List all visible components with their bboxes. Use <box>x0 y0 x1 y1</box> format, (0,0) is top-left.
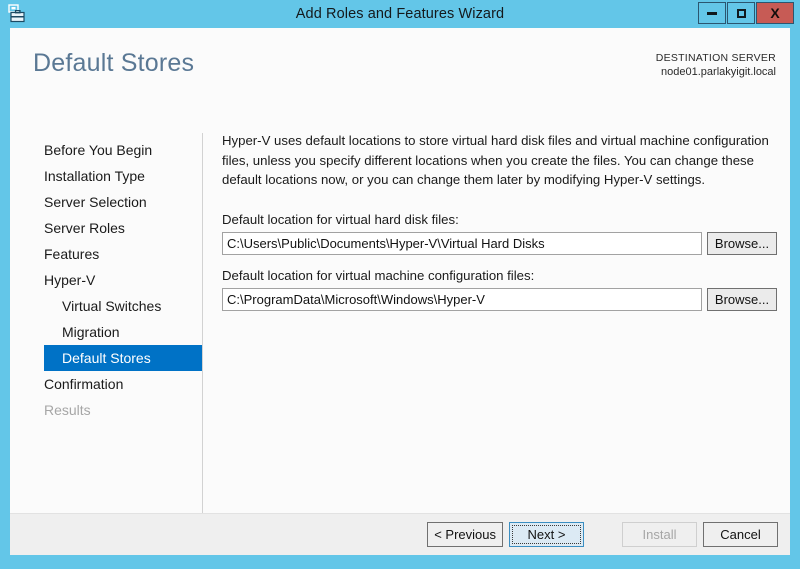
next-button[interactable]: Next > <box>509 522 584 547</box>
maximize-icon <box>736 8 746 18</box>
sidebar-item-migration[interactable]: Migration <box>10 319 202 345</box>
sidebar-item-features[interactable]: Features <box>10 241 202 267</box>
nav-content-divider <box>202 133 203 528</box>
window-controls: X <box>698 2 794 24</box>
vm-config-location-row: Browse... <box>222 288 777 311</box>
page-header: Default Stores DESTINATION SERVER node01… <box>10 28 790 98</box>
destination-server-name: node01.parlakyigit.local <box>661 66 776 78</box>
sidebar-item-hyper-v[interactable]: Hyper-V <box>10 267 202 293</box>
footer-buttons: < Previous Next > Install Cancel <box>427 522 778 547</box>
client-area: Default Stores DESTINATION SERVER node01… <box>10 28 790 555</box>
content-pane: Hyper-V uses default locations to store … <box>214 98 780 511</box>
minimize-button[interactable] <box>698 2 726 24</box>
sidebar-item-server-roles[interactable]: Server Roles <box>10 215 202 241</box>
wizard-nav: Before You Begin Installation Type Serve… <box>10 98 202 511</box>
sidebar-item-confirmation[interactable]: Confirmation <box>10 371 202 397</box>
vhd-location-row: Browse... <box>222 232 777 255</box>
vm-config-browse-button[interactable]: Browse... <box>707 288 777 311</box>
sidebar-item-installation-type[interactable]: Installation Type <box>10 163 202 189</box>
destination-server-block: DESTINATION SERVER node01.parlakyigit.lo… <box>656 51 776 79</box>
close-button[interactable]: X <box>756 2 794 24</box>
previous-button[interactable]: < Previous <box>427 522 503 547</box>
wizard-nav-list: Before You Begin Installation Type Serve… <box>10 137 202 423</box>
cancel-button[interactable]: Cancel <box>703 522 778 547</box>
sidebar-item-default-stores[interactable]: Default Stores <box>44 345 202 371</box>
install-button: Install <box>622 522 697 547</box>
wizard-window: Add Roles and Features Wizard X Default … <box>0 0 800 569</box>
destination-server-label: DESTINATION SERVER <box>655 52 776 64</box>
footer-bar: < Previous Next > Install Cancel <box>10 514 790 555</box>
sidebar-item-before-you-begin[interactable]: Before You Begin <box>10 137 202 163</box>
sidebar-item-results: Results <box>44 402 91 418</box>
title-bar[interactable]: Add Roles and Features Wizard X <box>0 0 800 28</box>
maximize-button[interactable] <box>727 2 755 24</box>
vm-config-location-label: Default location for virtual machine con… <box>222 268 535 283</box>
description-text: Hyper-V uses default locations to store … <box>222 133 769 187</box>
vhd-browse-button[interactable]: Browse... <box>707 232 777 255</box>
window-title: Add Roles and Features Wizard <box>295 6 505 22</box>
minimize-icon <box>707 11 717 15</box>
page-title: Default Stores <box>33 49 195 77</box>
sidebar-item-virtual-switches[interactable]: Virtual Switches <box>10 293 202 319</box>
vhd-location-label: Default location for virtual hard disk f… <box>222 212 459 227</box>
sidebar-item-server-selection[interactable]: Server Selection <box>10 189 202 215</box>
next-button-label: Next > <box>527 527 566 542</box>
vhd-location-input[interactable] <box>222 232 702 255</box>
vm-config-location-input[interactable] <box>222 288 702 311</box>
close-icon: X <box>770 5 780 21</box>
